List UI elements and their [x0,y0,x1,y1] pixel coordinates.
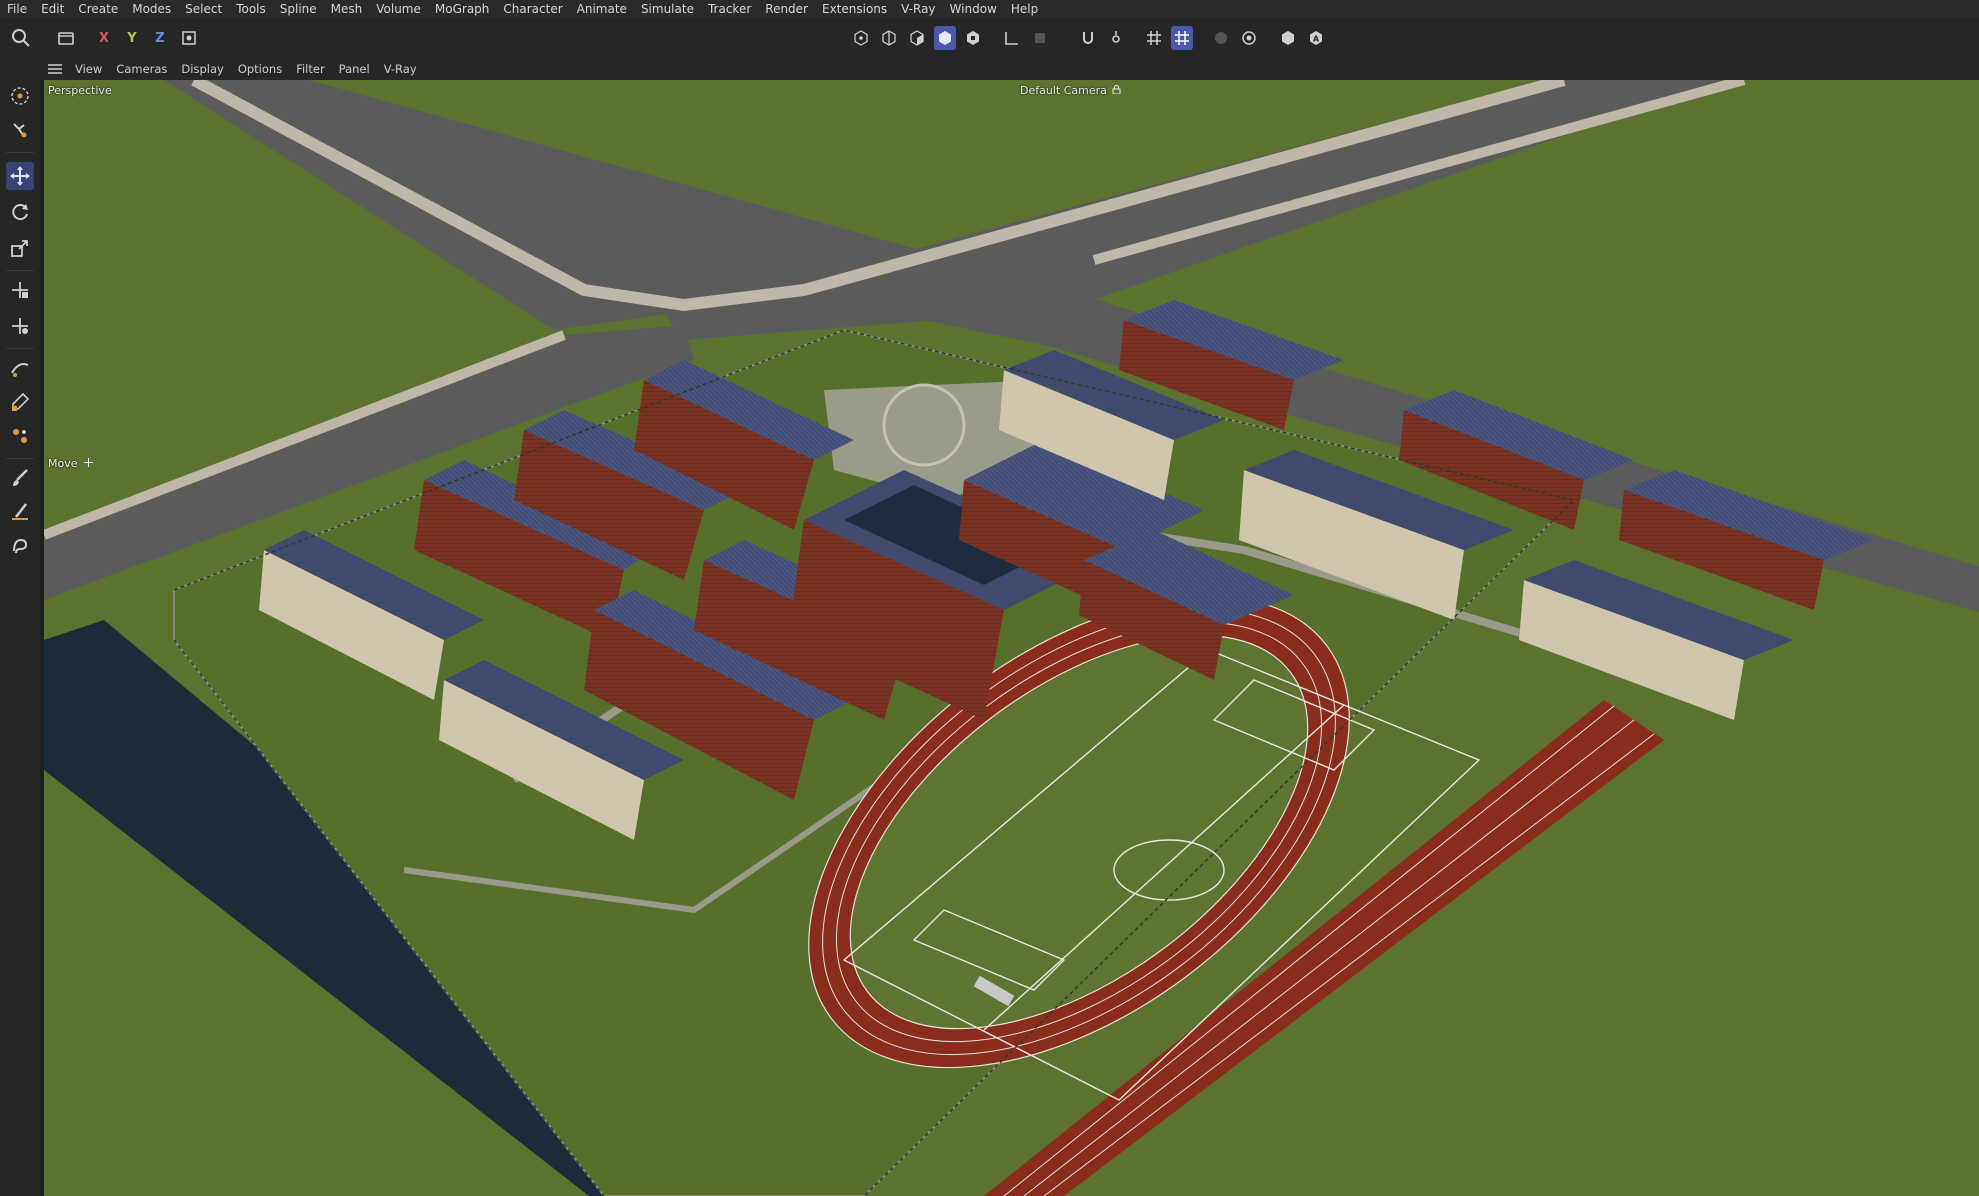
svg-text:A: A [1313,35,1320,44]
polygons-mode-icon[interactable] [906,26,928,50]
menu-item-tools[interactable]: Tools [229,0,273,18]
menu-item-simulate[interactable]: Simulate [634,0,701,18]
snap-settings-icon[interactable] [1105,26,1127,50]
snap-move-icon[interactable] [6,312,34,340]
scene-render [44,80,1979,1196]
grid-icon[interactable] [1143,26,1165,50]
viewport-menu-v-ray[interactable]: V-Ray [377,62,424,76]
camera-label: Default Camera [1020,84,1107,97]
axis-move-icon[interactable] [6,276,34,304]
camera-lock-icon[interactable] [1112,84,1121,97]
rotate-tool-icon[interactable] [6,198,34,226]
menu-bar: File Edit Create Modes Select Tools Spline Mesh… [0,0,1979,18]
undo-history-icon[interactable] [55,26,77,50]
menu-item-mesh[interactable]: Mesh [324,0,370,18]
menu-item-window[interactable]: Window [943,0,1004,18]
model-mode-icon[interactable] [934,26,956,50]
menu-item-character[interactable]: Character [496,0,569,18]
render-settings-icon[interactable] [1238,26,1260,50]
menu-item-render[interactable]: Render [758,0,815,18]
axis-y-button[interactable]: Y [121,26,143,50]
hamburger-menu-icon[interactable] [46,58,64,80]
menu-item-animate[interactable]: Animate [570,0,634,18]
left-toolbar [0,62,40,1196]
move-tool-icon[interactable] [6,162,34,190]
grid-snap-icon[interactable] [1171,26,1193,50]
viewport-menu-display[interactable]: Display [174,62,230,76]
cube-icon[interactable] [1277,26,1299,50]
edges-mode-icon[interactable] [878,26,900,50]
menu-item-file[interactable]: File [0,0,34,18]
texture-mode-icon[interactable] [962,26,984,50]
menu-item-volume[interactable]: Volume [369,0,428,18]
render-view-icon[interactable] [1210,26,1232,50]
knife-icon[interactable] [6,498,34,526]
scale-tool-icon[interactable] [6,234,34,262]
brush-icon[interactable] [6,464,34,492]
menu-item-extensions[interactable]: Extensions [815,0,894,18]
menu-item-create[interactable]: Create [71,0,125,18]
camera-name[interactable]: Default Camera [1020,84,1121,97]
magnet-icon[interactable] [6,532,34,560]
menu-item-v-ray[interactable]: V-Ray [894,0,942,18]
workplane-icon[interactable] [1001,26,1023,50]
viewport-menu-options[interactable]: Options [231,62,289,76]
viewport-menu-panel[interactable]: Panel [332,62,377,76]
text-icon[interactable]: A [1305,26,1327,50]
points-mode-icon[interactable] [850,26,872,50]
tool-hint: Move [48,457,93,470]
solo-icon[interactable] [1029,26,1051,50]
menu-item-edit[interactable]: Edit [34,0,71,18]
menu-item-modes[interactable]: Modes [125,0,178,18]
main-toolbar: X Y Z A [0,18,1979,62]
menu-item-select[interactable]: Select [178,0,229,18]
coordinate-system-icon[interactable] [178,26,200,50]
spline-pen-icon[interactable] [6,354,34,382]
3d-viewport[interactable]: Perspective Default Camera [44,80,1979,1196]
move-cursor-icon [84,457,93,470]
viewport-name: Perspective [48,84,112,97]
axis-x-button[interactable]: X [93,26,115,50]
snap-icon[interactable] [1077,26,1099,50]
menu-item-tracker[interactable]: Tracker [701,0,758,18]
viewport-menu-view[interactable]: View [68,62,109,76]
transform-icon[interactable] [6,116,34,144]
axis-z-button[interactable]: Z [149,26,171,50]
menu-item-spline[interactable]: Spline [273,0,324,18]
viewport-menu-cameras[interactable]: Cameras [109,62,174,76]
tool-hint-label: Move [48,457,78,470]
viewport-menu-bar: View Cameras Display Options Filter Panel V-Ra… [40,58,1979,80]
menu-item-help[interactable]: Help [1004,0,1045,18]
menu-item-mograph[interactable]: MoGraph [428,0,497,18]
spline-sketch-icon[interactable] [6,388,34,416]
search-icon[interactable] [10,26,32,50]
spline-arrange-icon[interactable] [6,422,34,450]
live-selection-icon[interactable] [6,82,34,110]
viewport-menu-filter[interactable]: Filter [289,62,331,76]
